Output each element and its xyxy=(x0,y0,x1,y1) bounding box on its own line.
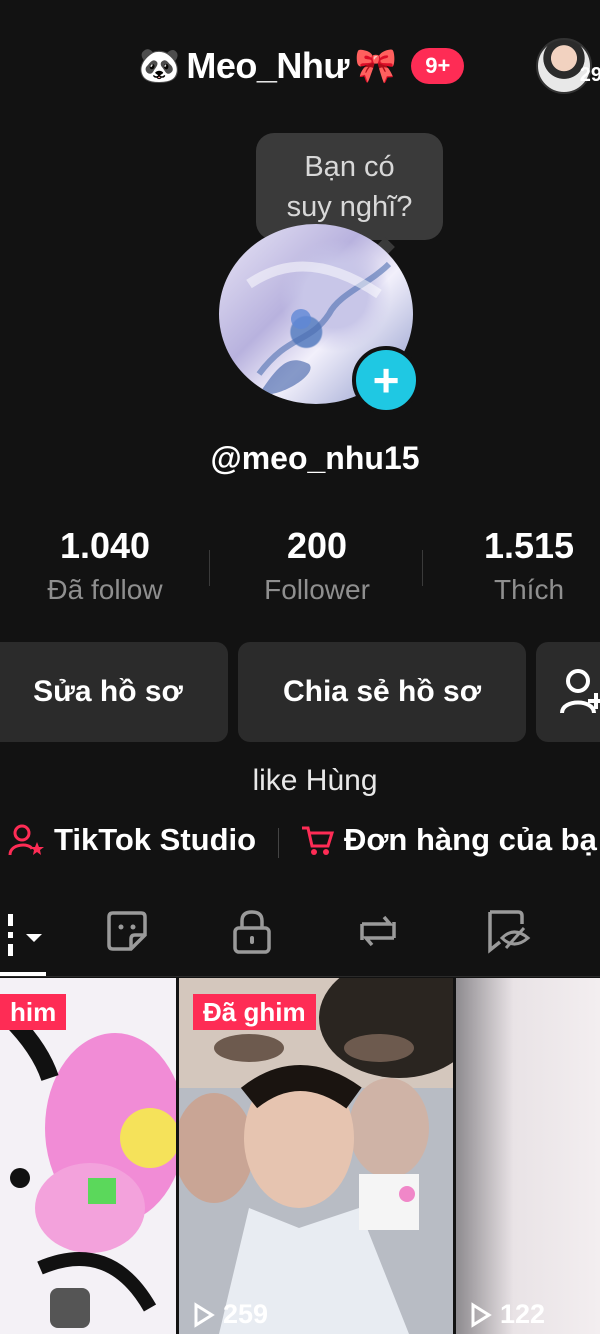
edit-profile-button[interactable]: Sửa hồ sơ xyxy=(0,642,228,742)
tab-liked[interactable] xyxy=(484,908,532,959)
creator-icon xyxy=(8,824,44,856)
add-friend-button[interactable] xyxy=(536,642,600,742)
video-grid: him Đã ghim 259 122 xyxy=(0,978,600,1334)
add-avatar-button[interactable]: + xyxy=(352,346,420,414)
orders-link[interactable]: Đơn hàng của bạ xyxy=(300,822,597,858)
username: @meo_nhu15 xyxy=(210,440,420,476)
tab-private[interactable] xyxy=(230,908,274,961)
followers-count: 200 xyxy=(286,525,348,566)
tabs-divider xyxy=(0,976,600,977)
following-label: Đã follow xyxy=(47,574,163,605)
video-thumbnail-3[interactable]: 122 xyxy=(456,978,600,1334)
tab-videos[interactable] xyxy=(2,908,46,963)
view-count: 122 xyxy=(470,1299,545,1330)
stat-divider xyxy=(209,550,210,586)
video-2-artwork xyxy=(179,978,453,1334)
profile-links: TikTok Studio Đơn hàng của bạ xyxy=(0,820,600,866)
likes-count: 1.515 xyxy=(483,525,575,566)
notification-badge: 9+ xyxy=(411,48,465,84)
sticker-icon xyxy=(107,911,147,951)
videos-grid-icon xyxy=(8,914,42,956)
video-1-artwork xyxy=(3,1011,176,1328)
video-thumbnail-1[interactable]: him xyxy=(0,978,176,1334)
view-count: 259 xyxy=(193,1299,268,1330)
add-friend-icon xyxy=(560,669,600,714)
cart-icon xyxy=(302,826,334,855)
view-count-value: 122 xyxy=(500,1299,546,1329)
tiktok-studio-link[interactable]: TikTok Studio xyxy=(8,822,256,858)
friend-count: 29 xyxy=(579,64,600,86)
likes-label: Thích xyxy=(493,574,565,605)
play-icon xyxy=(194,1301,215,1328)
repost-icon xyxy=(360,915,396,947)
tiktok-studio-label: TikTok Studio xyxy=(54,822,257,857)
profile-page: 🐼 Meo_Như 🎀 9+ 29 Bạn có suy nghĩ? + @me… xyxy=(0,0,600,1334)
bubble-line-1: Bạn có xyxy=(304,150,395,183)
stat-followers[interactable]: 200 Follower xyxy=(212,524,422,606)
stat-likes[interactable]: 1.515 Thích xyxy=(424,524,600,606)
tab-reposts-stickers[interactable] xyxy=(104,908,150,959)
profile-header: 🐼 Meo_Như 🎀 9+ 29 xyxy=(0,38,600,94)
pinned-badge: him xyxy=(0,994,67,1030)
followers-label: Follower xyxy=(264,574,370,605)
video-thumbnail-2[interactable]: Đã ghim 259 xyxy=(179,978,453,1334)
play-icon xyxy=(471,1301,492,1328)
friend-avatar[interactable]: 29 xyxy=(536,38,600,94)
account-switcher[interactable]: 🐼 Meo_Như 🎀 9+ xyxy=(138,38,465,94)
stats-row: 1.040 Đã follow 200 Follower 1.515 Thích xyxy=(0,524,600,624)
panda-emoji: 🐼 xyxy=(138,46,181,86)
bow-emoji: 🎀 xyxy=(354,46,398,86)
stat-divider xyxy=(422,550,423,586)
view-count-value: 259 xyxy=(223,1299,269,1329)
status-bubble[interactable]: Bạn có suy nghĩ? xyxy=(256,133,443,240)
following-count: 1.040 xyxy=(59,525,151,566)
account-title: Meo_Như xyxy=(186,45,349,86)
bubble-line-2: suy nghĩ? xyxy=(286,190,413,223)
bio-text: like Hùng xyxy=(252,764,378,797)
plus-icon: + xyxy=(372,354,400,406)
content-tabs xyxy=(0,900,600,978)
stat-following[interactable]: 1.040 Đã follow xyxy=(0,524,210,606)
pinned-badge: Đã ghim xyxy=(193,994,316,1030)
liked-hidden-icon xyxy=(488,910,531,954)
share-profile-label: Chia sẻ hồ sơ xyxy=(282,675,482,708)
tab-reposts[interactable] xyxy=(354,908,402,959)
link-divider xyxy=(278,828,279,858)
edit-profile-label: Sửa hồ sơ xyxy=(33,675,183,708)
share-profile-button[interactable]: Chia sẻ hồ sơ xyxy=(238,642,526,742)
orders-label: Đơn hàng của bạ xyxy=(344,822,597,857)
lock-icon xyxy=(233,910,271,954)
